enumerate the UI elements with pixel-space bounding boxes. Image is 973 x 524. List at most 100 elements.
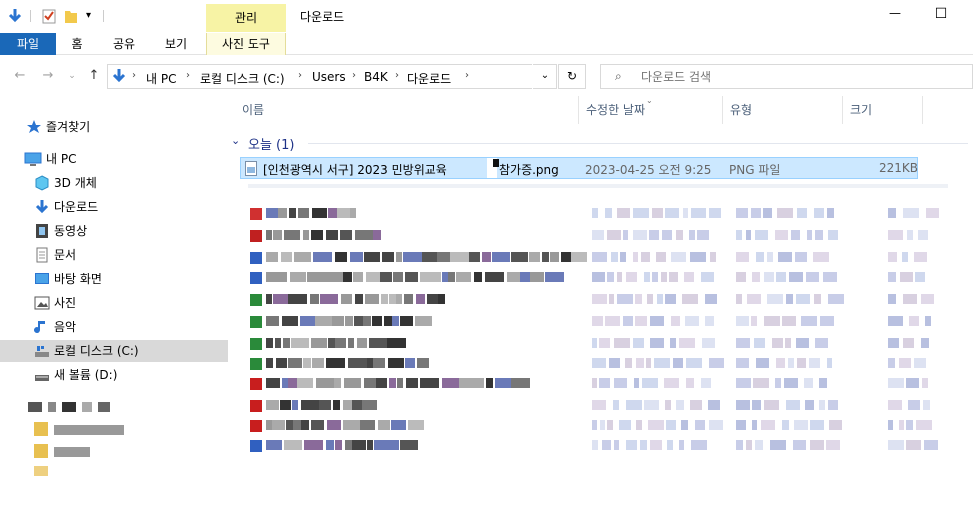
- redacted-sidebar-item: [28, 402, 118, 412]
- redacted-block: [661, 272, 667, 282]
- redacted-block: [656, 252, 666, 262]
- redacted-block: [899, 358, 911, 368]
- breadcrumb-downloads[interactable]: 다운로드: [407, 70, 451, 87]
- redacted-block: [815, 338, 828, 348]
- sidebar-item-videos[interactable]: 동영상: [0, 220, 228, 242]
- sidebar-item-documents[interactable]: 문서: [0, 244, 228, 266]
- redacted-block: [633, 230, 647, 240]
- back-arrow-icon[interactable]: ←: [12, 68, 28, 84]
- redacted-block: [914, 252, 927, 262]
- collapse-chevron-icon[interactable]: ⌄: [231, 134, 240, 147]
- redacted-block: [763, 208, 772, 218]
- redacted-block: [777, 208, 793, 218]
- redacted-block: [282, 316, 298, 326]
- group-header-today[interactable]: ⌄ 오늘 (1): [228, 132, 973, 154]
- redacted-block: [592, 400, 606, 410]
- redacted-block: [389, 294, 396, 304]
- redacted-block: [809, 358, 820, 368]
- sidebar-item-3d-objects[interactable]: 3D 개체: [0, 172, 228, 194]
- redacted-block: [450, 252, 469, 262]
- breadcrumb-b4k[interactable]: B4K: [364, 70, 388, 84]
- sidebar-item-downloads[interactable]: 다운로드: [0, 196, 228, 218]
- redacted-block: [767, 294, 783, 304]
- forward-arrow-icon[interactable]: →: [40, 68, 56, 84]
- redacted-block: [273, 230, 282, 240]
- redacted-block: [298, 208, 309, 218]
- redacted-block: [474, 272, 482, 282]
- address-bar[interactable]: › 내 PC › 로컬 디스크 (C:) › Users › B4K › 다운로…: [107, 64, 557, 89]
- redacted-block: [736, 338, 750, 348]
- address-dropdown-chevron-icon[interactable]: ⌄: [532, 64, 557, 89]
- redacted-block: [592, 208, 598, 218]
- search-box[interactable]: ⌕: [600, 64, 973, 89]
- redacted-block: [903, 294, 917, 304]
- redacted-block: [785, 338, 791, 348]
- redacted-block: [793, 440, 806, 450]
- sidebar-item-this-pc[interactable]: 내 PC: [0, 148, 228, 170]
- tab-manage[interactable]: 관리: [206, 4, 286, 32]
- redacted-block: [770, 440, 786, 450]
- sidebar-item-music[interactable]: 음악: [0, 316, 228, 338]
- tab-photo-tools[interactable]: 사진 도구: [206, 33, 286, 55]
- redacted-block: [909, 316, 919, 326]
- breadcrumb-local-disk[interactable]: 로컬 디스크 (C:): [200, 70, 285, 87]
- new-folder-icon[interactable]: [64, 8, 78, 24]
- redacted-block: [348, 338, 354, 348]
- redacted-block: [797, 358, 806, 368]
- redacted-block: [685, 316, 699, 326]
- customize-toolbar-chevron-icon[interactable]: ▾: [86, 8, 100, 24]
- recent-locations-chevron-icon[interactable]: ⌄: [64, 68, 80, 84]
- breadcrumb-this-pc[interactable]: 내 PC: [146, 70, 176, 87]
- minimize-button[interactable]: —: [880, 6, 910, 28]
- redacted-block: [899, 420, 904, 430]
- properties-checkmark-icon[interactable]: [42, 8, 56, 24]
- redacted-block: [266, 294, 272, 304]
- redacted-block: [788, 358, 794, 368]
- redacted-block: [642, 378, 658, 388]
- redacted-block: [592, 440, 598, 450]
- up-arrow-icon[interactable]: ↑: [86, 68, 102, 84]
- column-header-name[interactable]: 이름: [234, 96, 574, 124]
- maximize-button[interactable]: ☐: [926, 6, 956, 28]
- sidebar-item-new-volume-d[interactable]: 새 볼륨 (D:): [0, 364, 228, 386]
- redacted-block: [345, 316, 353, 326]
- sidebar-item-pictures[interactable]: 사진: [0, 292, 228, 314]
- sidebar-item-desktop[interactable]: 바탕 화면: [0, 268, 228, 290]
- redacted-block: [767, 252, 773, 262]
- redacted-block: [796, 338, 809, 348]
- cube-3d-icon: [34, 175, 50, 191]
- redacted-block: [352, 400, 362, 410]
- column-header-type[interactable]: 유형: [722, 96, 842, 124]
- redacted-block: [605, 208, 612, 218]
- redacted-block: [281, 252, 292, 262]
- refresh-button[interactable]: ↻: [558, 64, 586, 89]
- redacted-block: [888, 230, 903, 240]
- breadcrumb-users[interactable]: Users: [312, 70, 346, 84]
- sidebar-item-quick-access[interactable]: 즐겨찾기: [0, 116, 228, 138]
- redacted-block: [648, 420, 664, 430]
- file-row-selected[interactable]: [인천광역시 서구] 2023 민방위교육 참가증.png 2023-04-25…: [240, 157, 918, 179]
- column-divider[interactable]: [922, 96, 923, 124]
- redacted-block: [272, 420, 285, 430]
- tab-home[interactable]: 홈: [60, 33, 94, 55]
- tab-share[interactable]: 공유: [104, 33, 144, 55]
- search-input[interactable]: [641, 68, 941, 86]
- redacted-block: [319, 400, 331, 410]
- redacted-block: [592, 294, 607, 304]
- redacted-block: [776, 358, 785, 368]
- redacted-block: [888, 208, 896, 218]
- sidebar-item-local-disk-c[interactable]: 로컬 디스크 (C:): [0, 340, 228, 362]
- redacted-block: [635, 316, 647, 326]
- redacted-block: [448, 272, 455, 282]
- redacted-block: [682, 294, 698, 304]
- group-divider: [308, 143, 968, 144]
- redacted-block: [926, 208, 939, 218]
- redacted-block: [297, 378, 313, 388]
- redacted-block: [511, 252, 528, 262]
- tab-file[interactable]: 파일: [0, 33, 56, 55]
- redacted-file-row: [240, 316, 931, 328]
- column-header-size[interactable]: 크기: [842, 96, 922, 124]
- download-arrow-icon[interactable]: [8, 8, 22, 24]
- redacted-block: [397, 378, 403, 388]
- tab-view[interactable]: 보기: [156, 33, 196, 55]
